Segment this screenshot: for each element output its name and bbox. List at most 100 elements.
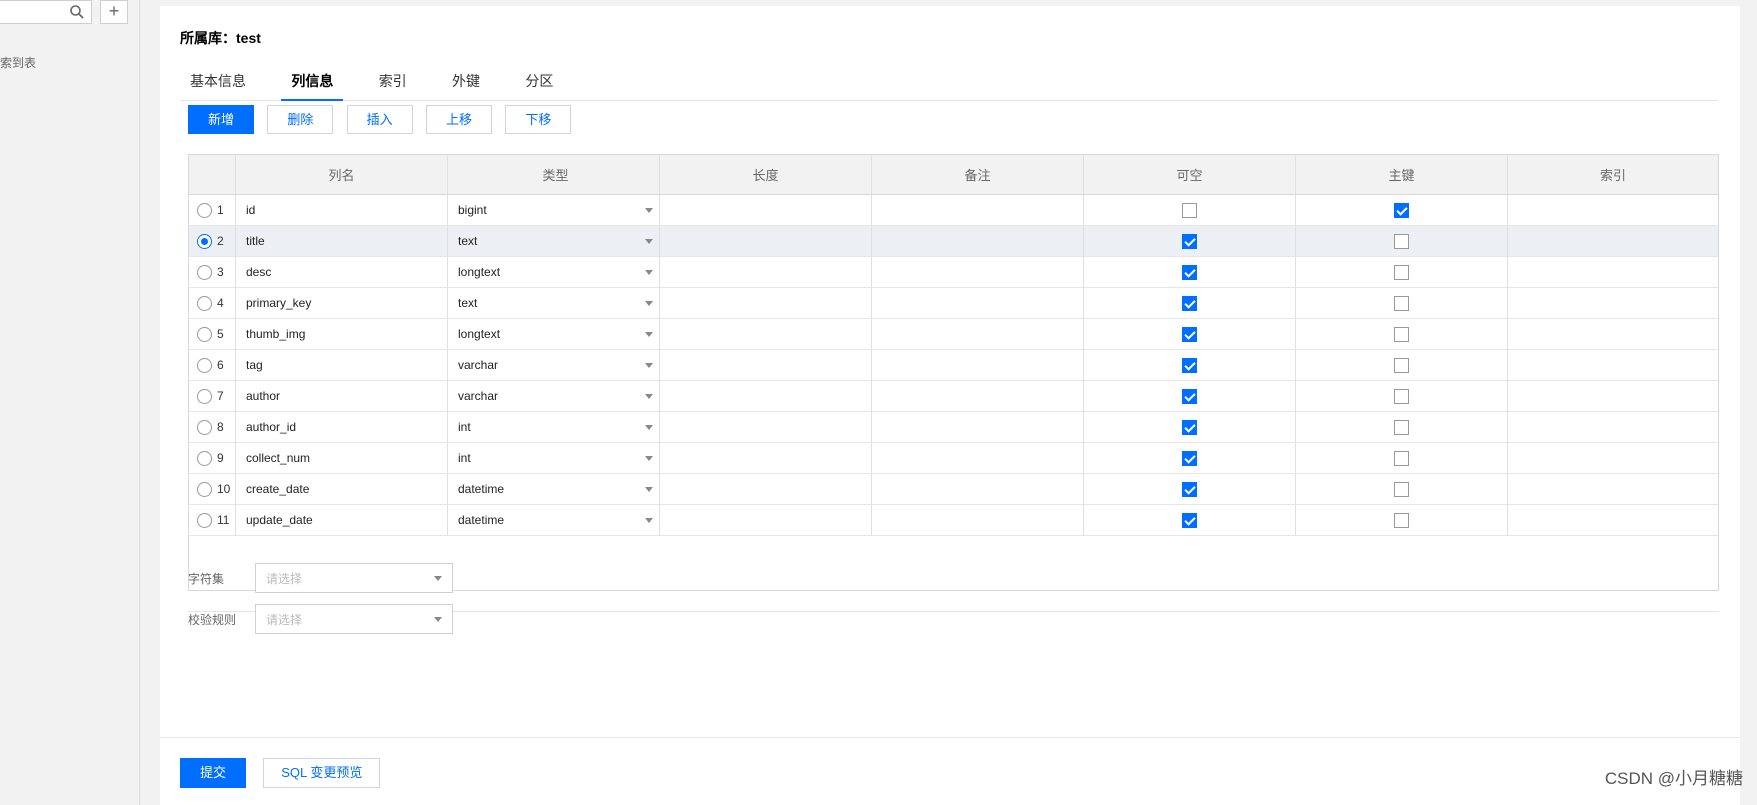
move-up-button[interactable]: 上移 (426, 105, 493, 134)
index-cell[interactable] (1508, 288, 1718, 318)
nullable-checkbox[interactable] (1182, 202, 1197, 218)
charset-select[interactable]: 请选择 (255, 563, 453, 593)
index-cell[interactable] (1508, 350, 1718, 380)
row-radio[interactable] (197, 233, 212, 249)
index-cell[interactable] (1508, 195, 1718, 225)
insert-column-button[interactable]: 插入 (346, 105, 413, 134)
primary-key-checkbox[interactable] (1394, 388, 1409, 404)
index-cell[interactable] (1508, 505, 1718, 535)
row-radio[interactable] (197, 202, 212, 218)
index-cell[interactable] (1508, 319, 1718, 349)
search-icon[interactable] (69, 4, 85, 20)
tab-index[interactable]: 索引 (369, 66, 417, 101)
table-row[interactable]: 4 primary_key text (189, 288, 1718, 319)
column-name-cell[interactable]: desc (236, 257, 448, 287)
nullable-checkbox[interactable] (1182, 419, 1197, 435)
column-type-select[interactable]: longtext (448, 319, 660, 349)
column-name-cell[interactable]: id (236, 195, 448, 225)
column-length-cell[interactable] (660, 257, 872, 287)
table-row[interactable]: 3 desc longtext (189, 257, 1718, 288)
nullable-checkbox[interactable] (1182, 357, 1197, 373)
column-type-select[interactable]: varchar (448, 381, 660, 411)
table-row[interactable]: 7 author varchar (189, 381, 1718, 412)
nullable-checkbox[interactable] (1182, 295, 1197, 311)
column-name-cell[interactable]: title (236, 226, 448, 256)
collation-select[interactable]: 请选择 (255, 604, 453, 634)
index-cell[interactable] (1508, 257, 1718, 287)
primary-key-checkbox[interactable] (1394, 295, 1409, 311)
primary-key-checkbox[interactable] (1394, 419, 1409, 435)
primary-key-checkbox[interactable] (1394, 233, 1409, 249)
table-row[interactable]: 2 title text (189, 226, 1718, 257)
primary-key-checkbox[interactable] (1394, 326, 1409, 342)
row-radio[interactable] (197, 357, 212, 373)
row-radio[interactable] (197, 388, 212, 404)
column-comment-cell[interactable] (872, 257, 1084, 287)
primary-key-checkbox[interactable] (1394, 481, 1409, 497)
column-length-cell[interactable] (660, 474, 872, 504)
add-column-button[interactable]: 新增 (188, 105, 254, 134)
row-radio[interactable] (197, 419, 212, 435)
delete-column-button[interactable]: 删除 (267, 105, 334, 134)
sql-preview-button[interactable]: SQL 变更预览 (263, 758, 381, 788)
add-icon[interactable]: + (100, 0, 128, 24)
move-down-button[interactable]: 下移 (505, 105, 572, 134)
primary-key-checkbox[interactable] (1394, 202, 1409, 218)
column-comment-cell[interactable] (872, 319, 1084, 349)
column-type-select[interactable]: datetime (448, 505, 660, 535)
row-radio[interactable] (197, 512, 212, 528)
primary-key-checkbox[interactable] (1394, 512, 1409, 528)
index-cell[interactable] (1508, 381, 1718, 411)
table-row[interactable]: 9 collect_num int (189, 443, 1718, 474)
column-name-cell[interactable]: author (236, 381, 448, 411)
table-row[interactable]: 11 update_date datetime (189, 505, 1718, 536)
column-comment-cell[interactable] (872, 474, 1084, 504)
column-name-cell[interactable]: author_id (236, 412, 448, 442)
tab-partition[interactable]: 分区 (515, 66, 563, 101)
column-length-cell[interactable] (660, 226, 872, 256)
nullable-checkbox[interactable] (1182, 233, 1197, 249)
table-row[interactable]: 6 tag varchar (189, 350, 1718, 381)
column-length-cell[interactable] (660, 381, 872, 411)
column-name-cell[interactable]: thumb_img (236, 319, 448, 349)
table-row[interactable]: 10 create_date datetime (189, 474, 1718, 505)
column-comment-cell[interactable] (872, 505, 1084, 535)
column-comment-cell[interactable] (872, 443, 1084, 473)
table-row[interactable]: 5 thumb_img longtext (189, 319, 1718, 350)
column-length-cell[interactable] (660, 350, 872, 380)
primary-key-checkbox[interactable] (1394, 450, 1409, 466)
column-type-select[interactable]: datetime (448, 474, 660, 504)
nullable-checkbox[interactable] (1182, 264, 1197, 280)
column-comment-cell[interactable] (872, 381, 1084, 411)
column-comment-cell[interactable] (872, 350, 1084, 380)
nullable-checkbox[interactable] (1182, 512, 1197, 528)
index-cell[interactable] (1508, 226, 1718, 256)
primary-key-checkbox[interactable] (1394, 357, 1409, 373)
index-cell[interactable] (1508, 443, 1718, 473)
nullable-checkbox[interactable] (1182, 326, 1197, 342)
column-name-cell[interactable]: primary_key (236, 288, 448, 318)
column-length-cell[interactable] (660, 195, 872, 225)
column-comment-cell[interactable] (872, 226, 1084, 256)
row-radio[interactable] (197, 450, 212, 466)
column-type-select[interactable]: text (448, 288, 660, 318)
column-length-cell[interactable] (660, 288, 872, 318)
index-cell[interactable] (1508, 412, 1718, 442)
column-type-select[interactable]: text (448, 226, 660, 256)
nullable-checkbox[interactable] (1182, 450, 1197, 466)
row-radio[interactable] (197, 326, 212, 342)
column-comment-cell[interactable] (872, 195, 1084, 225)
table-row[interactable]: 1 id bigint (189, 195, 1718, 226)
column-type-select[interactable]: longtext (448, 257, 660, 287)
nullable-checkbox[interactable] (1182, 388, 1197, 404)
column-length-cell[interactable] (660, 319, 872, 349)
column-length-cell[interactable] (660, 443, 872, 473)
column-length-cell[interactable] (660, 505, 872, 535)
row-radio[interactable] (197, 481, 212, 497)
row-radio[interactable] (197, 264, 212, 280)
column-comment-cell[interactable] (872, 288, 1084, 318)
column-comment-cell[interactable] (872, 412, 1084, 442)
column-type-select[interactable]: int (448, 443, 660, 473)
column-name-cell[interactable]: collect_num (236, 443, 448, 473)
index-cell[interactable] (1508, 474, 1718, 504)
